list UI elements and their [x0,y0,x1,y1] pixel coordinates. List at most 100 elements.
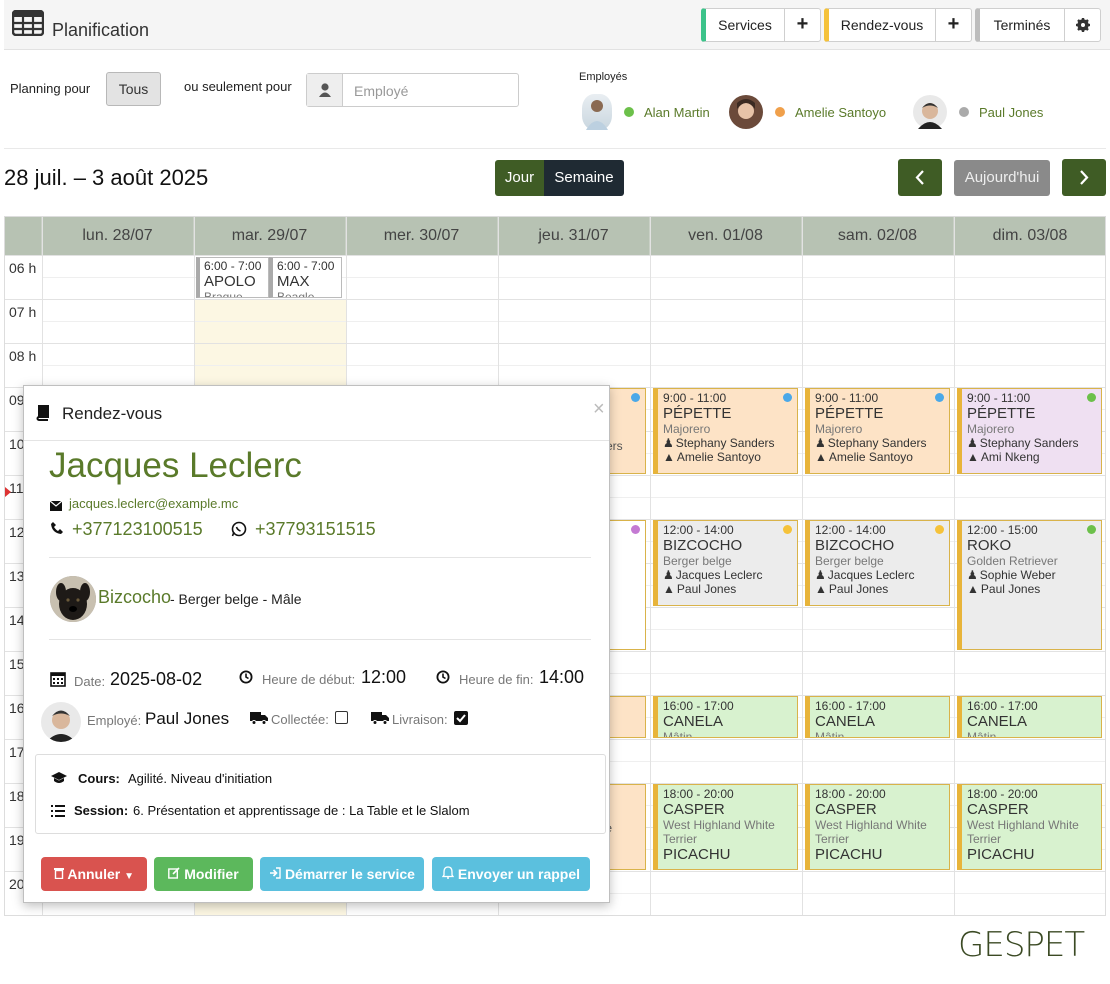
employee-name: Amelie Santoyo [795,104,887,120]
grid-icon [11,9,45,37]
day-header: ven. 01/08 [650,217,802,255]
graduation-cap-icon: ▲ [967,450,979,464]
session-label: Session: [74,803,129,818]
event-pet: PÉPETTE [967,405,1036,422]
hour-line [5,255,1105,256]
event-apolo[interactable]: 6:00 - 7:00 APOLO Braque [196,257,269,298]
event-pet: PICACHU [815,846,883,863]
client-phone[interactable]: +377123100515 [72,519,203,540]
user-icon: ♟ [967,436,978,450]
start-value: 12:00 [361,667,407,687]
event-pet: CASPER [967,801,1029,818]
day-header: mer. 30/07 [346,217,498,255]
phone-icon [50,521,64,540]
event-time: 18:00 - 20:00 [815,787,886,801]
edit-button[interactable]: Modifier [154,857,253,891]
next-button[interactable] [1062,159,1106,196]
status-dot [775,107,785,117]
termines-button[interactable]: Terminés [975,8,1065,42]
status-dot [1087,393,1096,402]
client-whatsapp[interactable]: +37793151515 [255,519,376,540]
start-service-button[interactable]: Démarrer le service [260,857,424,891]
bell-icon [441,866,455,882]
event-time: 9:00 - 11:00 [815,391,879,405]
settings-button[interactable] [1064,8,1101,42]
rendezvous-button[interactable]: Rendez-vous [824,8,936,42]
event-staff: Amelie Santoyo [676,450,761,464]
add-rendezvous-button[interactable]: + [935,8,972,42]
avatar [913,95,947,129]
event-time: 18:00 - 20:00 [967,787,1038,801]
employee-alan-martin[interactable]: Alan Martin [582,94,710,130]
hour-line [5,299,1105,300]
event-fri-casper[interactable]: 18:00 - 20:00 CASPER West Highland White… [653,784,798,870]
event-pet: BIZCOCHO [663,537,743,554]
services-button[interactable]: Services [701,8,785,42]
day-header: mar. 29/07 [194,217,346,255]
divider [24,440,609,441]
event-sat-casper[interactable]: 18:00 - 20:00 CASPER West Highland White… [805,784,950,870]
event-breed: Golden Retriever [967,554,1058,568]
event-sat-bizcocho[interactable]: 12:00 - 14:00 BIZCOCHO Berger belge ♟ Jac… [805,520,950,606]
status-dot [631,393,640,402]
session-value: 6. Présentation et apprentissage de : La… [133,803,470,818]
collected-label: Collectée: [271,712,329,727]
event-sat-pepette[interactable]: 9:00 - 11:00 PÉPETTE Majorero ♟ Stephany … [805,388,950,474]
event-sun-pepette[interactable]: 9:00 - 11:00 PÉPETTE Majorero ♟ Stephany … [957,388,1102,474]
week-view-button[interactable]: Semaine [544,160,624,196]
pet-name[interactable]: Bizcocho [98,587,171,608]
start-label: Heure de début: [262,672,356,687]
event-breed: West Highland White Terrier [967,818,1079,846]
event-pet: BIZCOCHO [815,537,895,554]
status-dot [783,393,792,402]
edit-icon [168,866,180,882]
collected-checkbox[interactable] [335,711,348,724]
date-label: Date: [74,674,106,689]
event-pet: PÉPETTE [815,405,884,422]
cancel-button[interactable]: Annuler ▼ [41,857,147,891]
divider [49,557,591,558]
trash-icon [53,866,64,882]
event-pet: CASPER [663,801,725,818]
event-sun-roko[interactable]: 12:00 - 15:00 ROKO Golden Retriever ♟ Sop… [957,520,1102,650]
event-fri-bizcocho[interactable]: 12:00 - 14:00 BIZCOCHO Berger belge ♟ Jac… [653,520,798,606]
sign-in-icon [269,866,281,882]
event-fri-pepette[interactable]: 9:00 - 11:00 PÉPETTE Majorero ♟ Stephany … [653,388,798,474]
client-name: Jacques Leclerc [49,446,302,485]
employee-input[interactable]: Employé [354,83,408,99]
event-client: Sophie Weber [979,568,1056,582]
course-label: Cours: [78,771,120,786]
list-icon [51,804,65,822]
event-client: Stephany Sanders [827,436,927,450]
send-reminder-button[interactable]: Envoyer un rappel [432,857,590,891]
event-sun-canela[interactable]: 16:00 - 17:00 CANELA Mâtin [957,696,1102,738]
event-fri-canela[interactable]: 16:00 - 17:00 CANELA Mâtin [653,696,798,738]
employee-filter[interactable]: Employé [306,73,519,107]
event-client: Stephany Sanders [979,436,1079,450]
today-button[interactable]: Aujourd'hui [954,160,1050,196]
employee-amelie-santoyo[interactable]: Amelie Santoyo [729,94,886,130]
event-time: 12:00 - 14:00 [815,523,886,537]
prev-button[interactable] [898,159,942,196]
hour-line [5,343,1105,344]
chevron-right-icon [1062,170,1106,200]
employee-label: Employé: [87,713,142,728]
add-service-button[interactable]: + [784,8,821,42]
day-view-button[interactable]: Jour [495,160,544,196]
appointment-modal: Rendez-vous × Jacques Leclerc jacques.le… [23,385,610,903]
employee-paul-jones[interactable]: Paul Jones [913,94,1043,130]
event-client: Jacques Leclerc [827,568,915,582]
client-email[interactable]: jacques.leclerc@example.mc [69,496,238,511]
close-icon[interactable]: × [593,398,605,421]
event-max[interactable]: 6:00 - 7:00 MAX Beagle [269,257,342,298]
modal-title: Rendez-vous [62,404,163,423]
event-time: 6:00 - 7:00 [277,259,335,273]
event-sat-canela[interactable]: 16:00 - 17:00 CANELA Mâtin [805,696,950,738]
event-pet: ROKO [967,537,1012,554]
event-client: Stephany Sanders [675,436,775,450]
pet-photo [50,576,96,622]
tous-button[interactable]: Tous [106,72,161,106]
delivery-checkbox[interactable] [454,711,468,725]
event-pet: PÉPETTE [663,405,732,422]
event-sun-casper[interactable]: 18:00 - 20:00 CASPER West Highland White… [957,784,1102,870]
